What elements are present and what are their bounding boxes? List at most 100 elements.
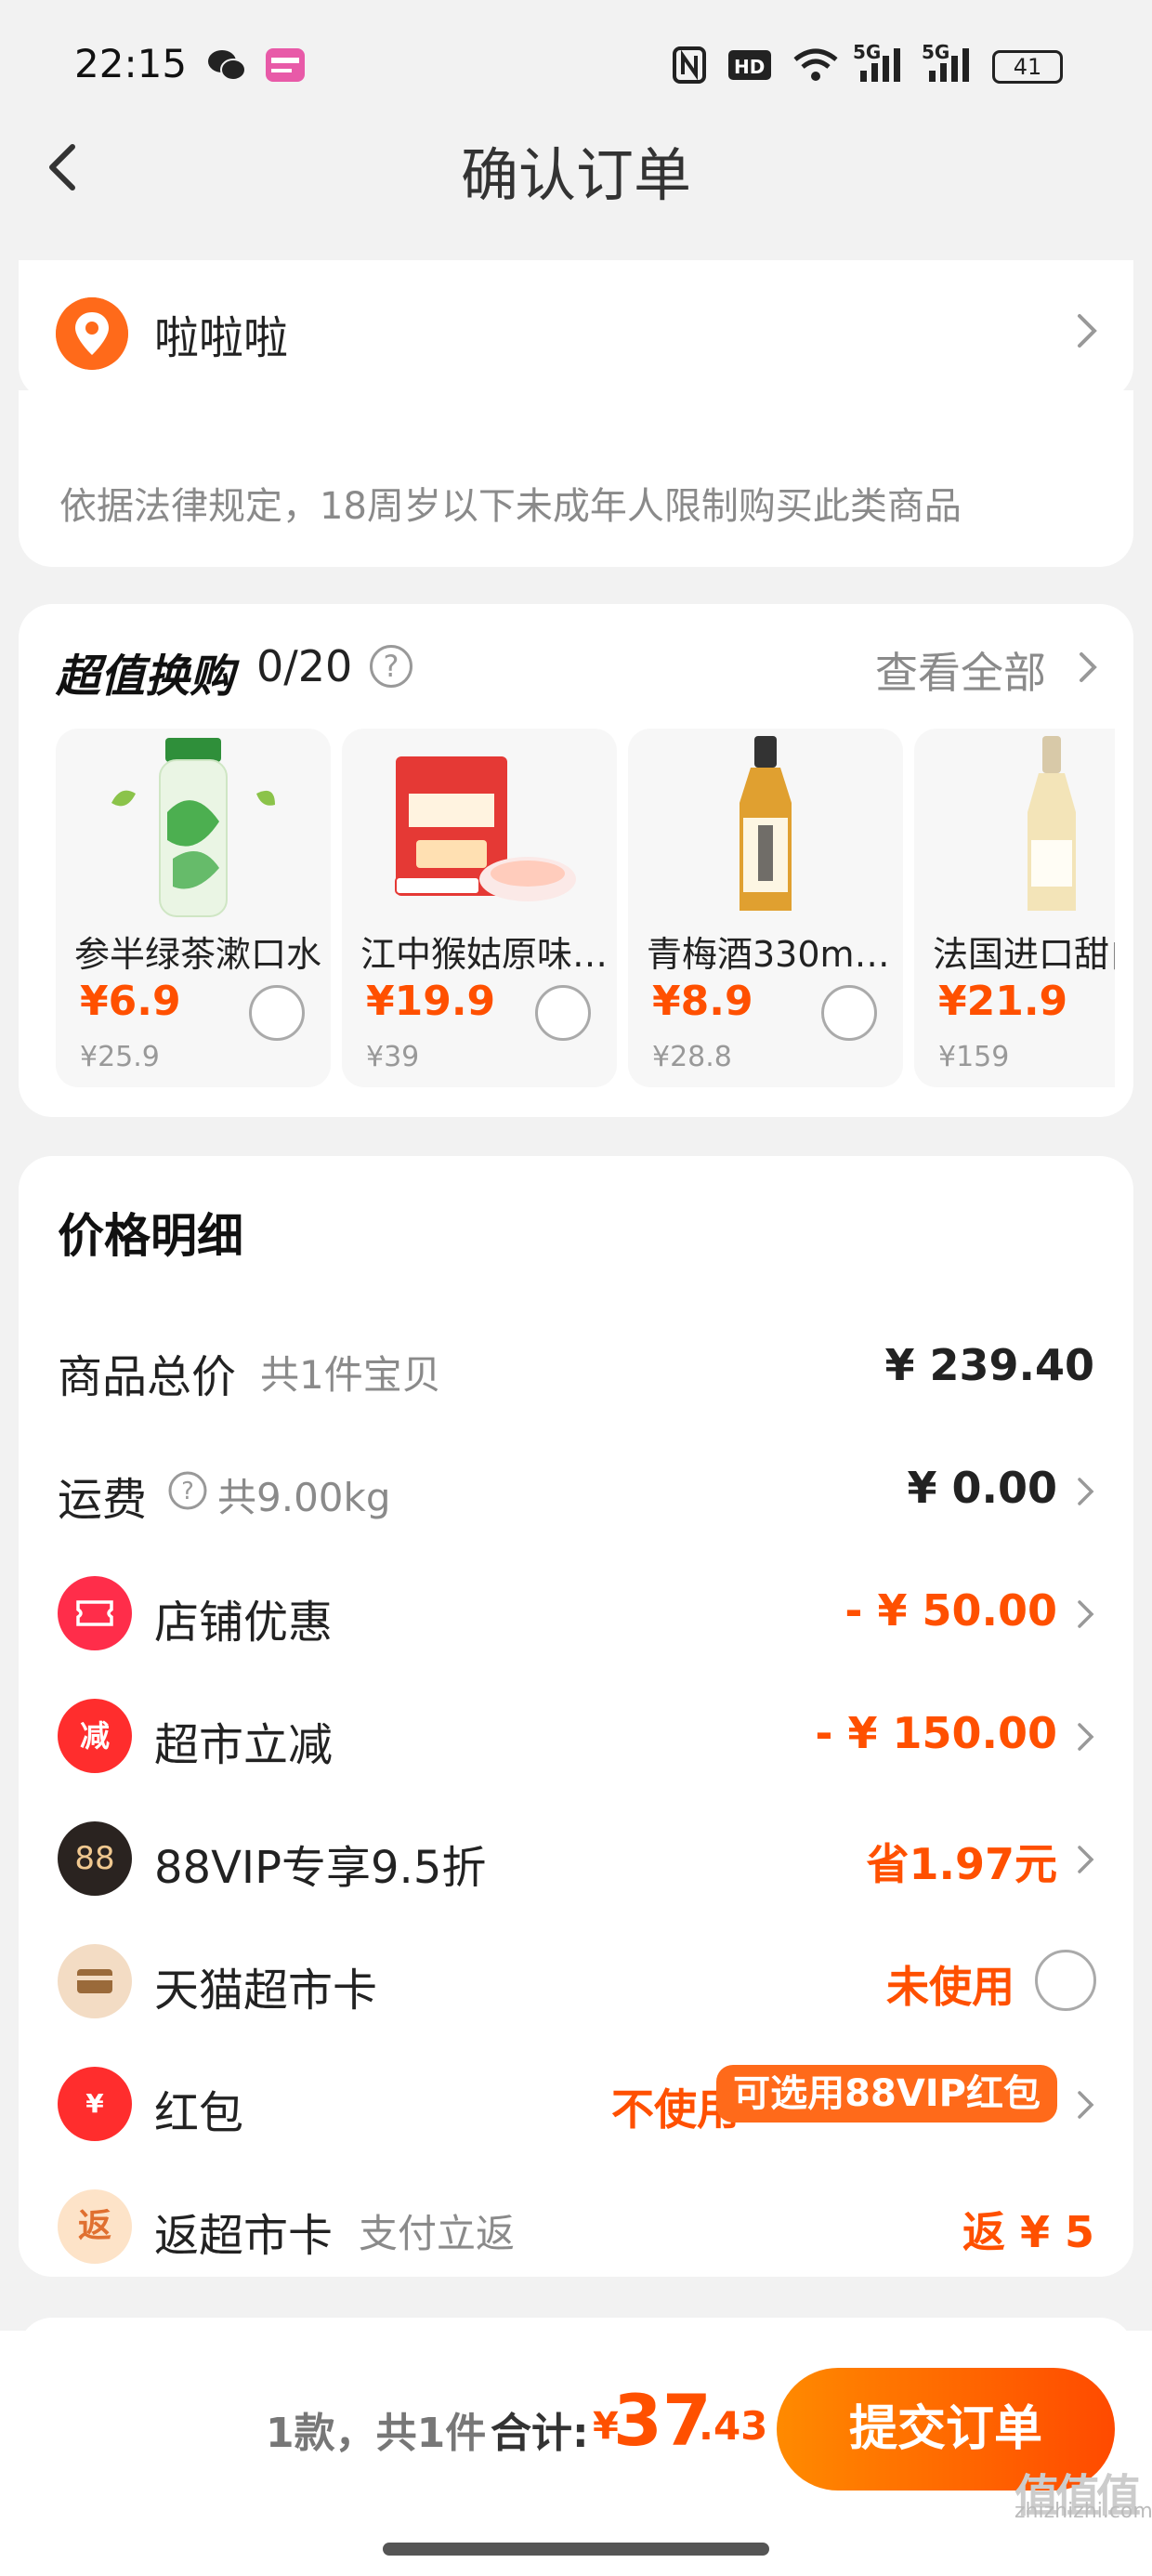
shipping-row[interactable]: 运费 ? 共9.00kg ¥ 0.00 <box>19 1439 1133 1541</box>
select-radio[interactable] <box>535 985 591 1041</box>
wechat-icon <box>208 50 246 81</box>
wifi-icon <box>793 48 838 81</box>
battery-level: 41 <box>1013 54 1042 80</box>
select-radio[interactable] <box>249 985 305 1041</box>
red-packet-icon: ¥ <box>58 2067 132 2141</box>
vip-88-icon: 88 <box>58 1821 132 1896</box>
swap-title: 超值换购 <box>56 651 235 703</box>
select-radio[interactable] <box>821 985 877 1041</box>
product-name: 江中猴姑原味米稀 <box>360 934 611 975</box>
product-carousel[interactable]: 参半绿茶漱口水 ¥6.9 ¥25.9 江中猴姑原味米稀 ¥19.9 ¥39 <box>56 729 1115 1087</box>
rebate-sub: 支付立返 <box>359 2211 516 2256</box>
swap-product[interactable]: 参半绿茶漱口水 ¥6.9 ¥25.9 <box>56 729 331 1087</box>
market-discount-label: 超市立减 <box>154 1719 334 1771</box>
total-label: 合计: <box>491 2410 589 2457</box>
vip-red-packet-badge[interactable]: 可选用88VIP红包 <box>716 2065 1057 2123</box>
chevron-right-icon <box>1080 652 1097 682</box>
store-discount-label: 店铺优惠 <box>154 1597 334 1649</box>
minus-icon-glyph: 减 <box>79 1718 110 1754</box>
chevron-right-icon <box>1078 2091 1094 2119</box>
red-packet-label: 红包 <box>154 2087 244 2139</box>
swap-product[interactable]: 法国进口甜白 ¥21.9 ¥159 <box>914 729 1115 1087</box>
market-card-label: 天猫超市卡 <box>154 1965 378 2017</box>
goods-total-label: 商品总价 <box>58 1351 237 1403</box>
swap-deals-card: 超值换购 0/20 ? 查看全部 参半绿茶漱口水 ¥6.9 ¥25.9 江中猴姑… <box>19 604 1133 1117</box>
nav-bar: 确认订单 <box>0 112 1152 223</box>
shopping-app-icon <box>266 48 305 82</box>
item-summary: 1款，共1件 <box>266 2410 487 2457</box>
chevron-right-icon <box>1078 1600 1094 1628</box>
shipping-label: 运费 <box>58 1474 148 1526</box>
plum-wine-bottle-image <box>740 736 792 911</box>
store-discount-row[interactable]: 店铺优惠 - ¥ 50.00 <box>19 1561 1133 1663</box>
chevron-right-icon <box>1078 314 1097 348</box>
product-name: 青梅酒330ml 梅酒 <box>647 934 897 975</box>
rebate-glyph: 返 <box>77 2207 111 2245</box>
goods-total-value: ¥ 239.40 <box>884 1340 1094 1390</box>
vip-88-glyph: 88 <box>74 1840 115 1877</box>
swap-product[interactable]: 江中猴姑原味米稀 ¥19.9 ¥39 <box>342 729 617 1087</box>
battery-icon: 41 <box>992 50 1063 84</box>
home-indicator[interactable] <box>383 2543 769 2556</box>
product-name: 参半绿茶漱口水 <box>74 934 322 975</box>
signal-bars-icon <box>929 48 969 82</box>
red-packet-row[interactable]: ¥ 红包 不使用 可选用88VIP红包 <box>19 2052 1133 2154</box>
market-card-value: 未使用 <box>886 1962 1015 2012</box>
help-icon[interactable]: ? <box>167 1470 208 1511</box>
product-original-price: ¥39 <box>366 1041 420 1073</box>
rebate-row: 返 返超市卡 支付立返 返 ¥ 5 <box>19 2175 1133 2277</box>
hd-label: HD <box>734 56 765 78</box>
address-bar[interactable]: 啦啦啦 <box>19 260 1133 400</box>
product-price: ¥21.9 <box>938 978 1068 1025</box>
product-original-price: ¥25.9 <box>80 1041 160 1073</box>
bottom-bar: 1款，共1件 合计: ¥ 37 .43 提交订单 <box>0 2331 1152 2576</box>
swap-count: 0/20 <box>256 641 353 691</box>
watermark-text: zhizhizhi.com <box>1015 2500 1152 2523</box>
vip-discount-row[interactable]: 88 88VIP专享9.5折 省1.97元 <box>19 1807 1133 1909</box>
nfc-icon <box>673 46 706 84</box>
svg-text:?: ? <box>181 1478 194 1505</box>
rebate-value: 返 ¥ 5 <box>962 2207 1094 2257</box>
market-card-row[interactable]: 天猫超市卡 未使用 <box>19 1929 1133 2031</box>
chevron-right-icon <box>1078 1723 1094 1751</box>
vip-discount-value: 省1.97元 <box>866 1839 1058 1889</box>
status-time: 22:15 <box>74 41 188 86</box>
shipping-value: ¥ 0.00 <box>907 1463 1057 1513</box>
product-name: 法国进口甜白 <box>933 934 1115 975</box>
white-wine-bottle-image <box>1028 736 1076 911</box>
address-name: 啦啦啦 <box>154 312 289 364</box>
chevron-right-icon <box>1078 1846 1094 1873</box>
ticket-icon <box>58 1576 132 1650</box>
price-detail-card: 价格明细 商品总价 共1件宝贝 ¥ 239.40 运费 ? 共9.00kg ¥ … <box>19 1156 1133 2277</box>
red-packet-glyph: ¥ <box>85 2088 104 2119</box>
goods-count: 共1件宝贝 <box>260 1352 441 1398</box>
location-pin-icon <box>56 297 128 370</box>
age-notice-card: 依据法律规定，18周岁以下未成年人限制购买此类商品 <box>19 390 1133 567</box>
vip-discount-label: 88VIP专享9.5折 <box>154 1842 487 1894</box>
goods-total-row: 商品总价 共1件宝贝 ¥ 239.40 <box>19 1316 1133 1418</box>
chevron-right-icon <box>1078 1478 1094 1505</box>
rebate-icon: 返 <box>58 2189 132 2264</box>
swap-product[interactable]: 青梅酒330ml 梅酒 ¥8.9 ¥28.8 <box>628 729 903 1087</box>
shipping-weight: 共9.00kg <box>217 1475 391 1520</box>
hd-icon: HD <box>728 50 771 80</box>
rebate-label: 返超市卡 <box>154 2210 334 2262</box>
product-original-price: ¥28.8 <box>652 1041 732 1073</box>
page-title: 确认订单 <box>460 141 691 209</box>
price-detail-title: 价格明细 <box>58 1209 243 1263</box>
view-all-link[interactable]: 查看全部 <box>875 639 1046 701</box>
green-bottle-image <box>111 738 275 917</box>
product-price: ¥8.9 <box>652 978 753 1025</box>
red-box-image <box>395 756 576 901</box>
product-original-price: ¥159 <box>938 1041 1010 1073</box>
help-icon[interactable]: ? <box>370 645 412 688</box>
market-card-radio[interactable] <box>1035 1950 1096 2011</box>
signal-bars-icon <box>860 48 900 82</box>
market-discount-value: - ¥ 150.00 <box>815 1708 1057 1758</box>
minus-icon: 减 <box>58 1699 132 1773</box>
market-discount-row[interactable]: 减 超市立减 - ¥ 150.00 <box>19 1684 1133 1786</box>
card-icon <box>58 1944 132 2018</box>
total-integer: 37 <box>613 2379 712 2462</box>
product-price: ¥6.9 <box>80 978 181 1025</box>
age-notice-text: 依据法律规定，18周岁以下未成年人限制购买此类商品 <box>59 485 962 528</box>
